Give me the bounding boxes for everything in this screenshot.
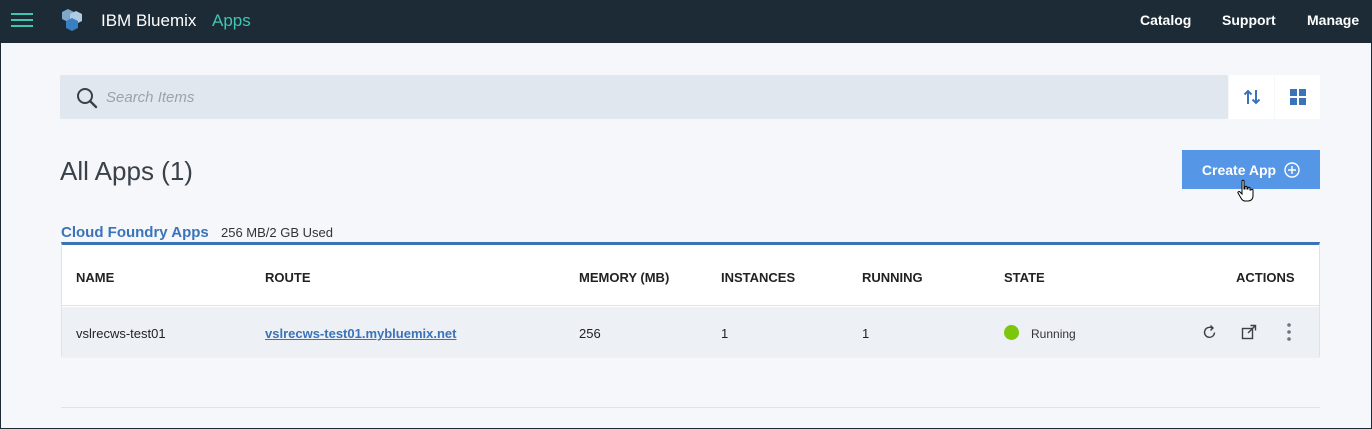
status-indicator [1004,325,1019,340]
app-running: 1 [862,326,870,341]
top-navigation-bar: IBM Bluemix Apps Catalog Support Manage [1,1,1371,43]
column-header-state[interactable]: STATE [1004,270,1045,285]
sort-icon [1243,89,1260,105]
column-header-memory[interactable]: MEMORY (MB) [579,270,669,285]
more-vertical-icon [1287,323,1291,341]
create-app-label: Create App [1201,161,1277,178]
column-header-running[interactable]: RUNNING [862,270,923,285]
search-input[interactable] [106,83,1206,111]
restart-icon [1203,325,1216,339]
overflow-menu-button[interactable] [1279,321,1299,343]
divider [61,407,1320,408]
column-header-route[interactable]: ROUTE [265,270,311,285]
brand-name[interactable]: IBM Bluemix [101,11,196,31]
app-state: Running [1031,327,1076,341]
launch-icon [1241,324,1257,340]
table-row[interactable]: vslrecws-test01 vslrecws-test01.mybluemi… [62,307,1319,358]
restart-button[interactable] [1200,321,1220,343]
sort-button[interactable] [1229,75,1274,119]
app-route-link[interactable]: vslrecws-test01.mybluemix.net [265,326,456,341]
app-instances: 1 [721,326,729,341]
nav-support[interactable]: Support [1222,12,1276,28]
memory-usage: 256 MB/2 GB Used [221,225,333,240]
grid-view-icon [1289,89,1306,105]
table-header: NAME ROUTE MEMORY (MB) INSTANCES RUNNING… [62,245,1319,306]
app-memory: 256 [579,326,601,341]
hamburger-menu-icon[interactable] [11,11,33,29]
nav-manage[interactable]: Manage [1307,12,1359,28]
grid-view-button[interactable] [1275,75,1320,119]
column-header-instances[interactable]: INSTANCES [721,270,795,285]
apps-table: NAME ROUTE MEMORY (MB) INSTANCES RUNNING… [61,242,1320,358]
page-title: All Apps (1) [60,156,193,186]
search-bar [60,75,1228,119]
add-circle-icon [1284,161,1300,178]
column-header-name[interactable]: NAME [76,270,114,285]
column-header-actions: ACTIONS [1236,270,1295,285]
section-title-cloud-foundry[interactable]: Cloud Foundry Apps [61,224,209,241]
hand-pointer-cursor-icon [1237,179,1254,202]
launch-app-button[interactable] [1239,321,1259,343]
nav-catalog[interactable]: Catalog [1140,12,1191,28]
search-icon [77,88,98,109]
app-name[interactable]: vslrecws-test01 [76,326,166,341]
bluemix-logo-icon [62,9,82,31]
section-name[interactable]: Apps [212,11,251,31]
